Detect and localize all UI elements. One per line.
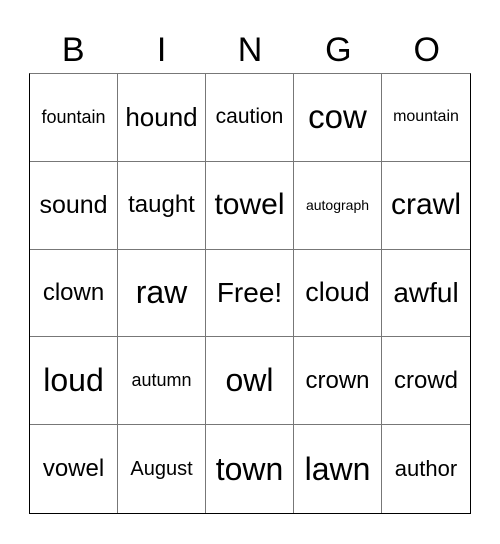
header-letter-o: O [413, 31, 440, 69]
bingo-cell[interactable]: fountain [30, 74, 118, 162]
bingo-cell[interactable]: crawl [382, 162, 470, 250]
bingo-cell[interactable]: August [118, 425, 206, 513]
bingo-cell[interactable]: lawn [294, 425, 382, 513]
bingo-cell[interactable]: town [206, 425, 294, 513]
bingo-cell[interactable]: hound [118, 74, 206, 162]
bingo-cell[interactable]: cow [294, 74, 382, 162]
bingo-cell[interactable]: taught [118, 161, 206, 250]
bingo-grid: fountain hound caution cow mountain sound taug… [29, 73, 471, 514]
free-space-cell[interactable]: Free! [206, 249, 294, 338]
bingo-cell[interactable]: owl [206, 337, 294, 426]
bingo-cell[interactable]: towel [206, 161, 294, 250]
bingo-cell[interactable]: awful [382, 250, 470, 338]
header-letter-i: I [156, 31, 167, 69]
bingo-cell[interactable]: sound [30, 161, 118, 250]
header-letter-g: G [325, 31, 352, 69]
bingo-cell[interactable]: cloud [294, 249, 382, 338]
bingo-cell[interactable]: mountain [382, 74, 470, 162]
bingo-cell[interactable]: caution [206, 74, 294, 162]
bingo-cell[interactable]: autograph [294, 161, 382, 250]
bingo-cell[interactable]: vowel [30, 425, 118, 513]
bingo-cell[interactable]: raw [118, 249, 206, 338]
header-letter-b: B [61, 31, 85, 69]
bingo-cell[interactable]: author [382, 425, 470, 513]
bingo-cell[interactable]: clown [30, 249, 118, 338]
bingo-header: B I N G O [29, 30, 471, 70]
bingo-cell[interactable]: crown [294, 337, 382, 426]
bingo-cell[interactable]: autumn [118, 337, 206, 426]
bingo-cell[interactable]: loud [30, 337, 118, 426]
header-letter-n: N [237, 31, 263, 69]
bingo-cell[interactable]: crowd [382, 337, 470, 426]
